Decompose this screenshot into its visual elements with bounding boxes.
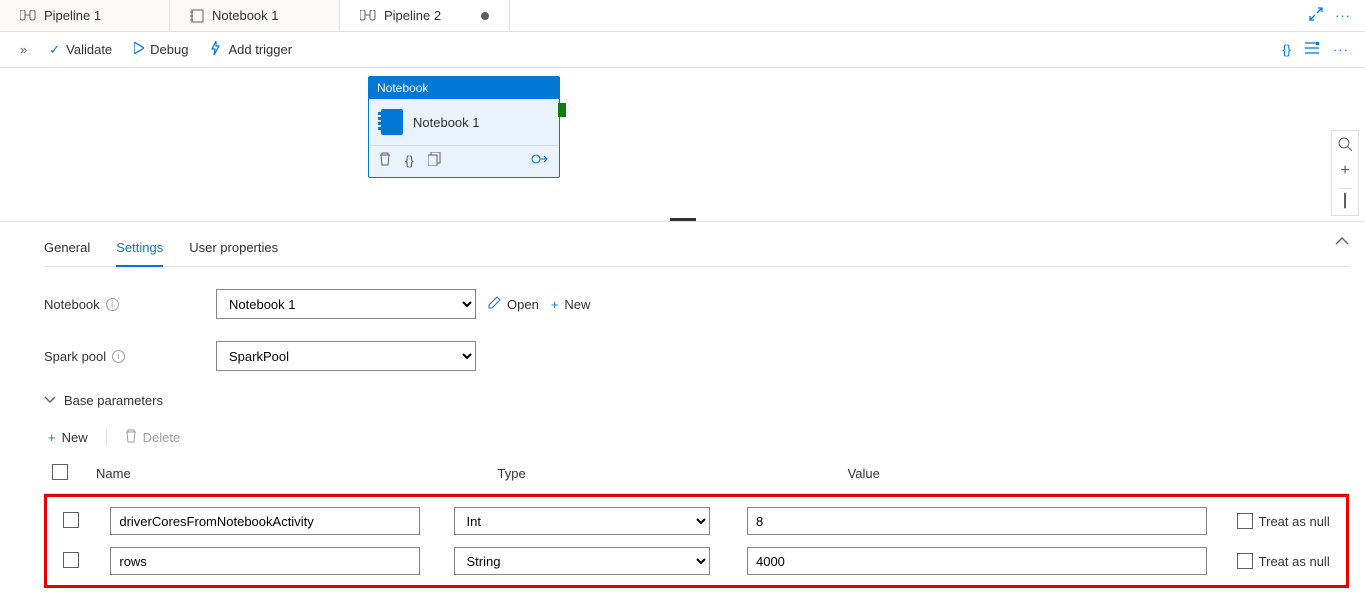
notebook-select[interactable]: Notebook 1 — [216, 289, 476, 319]
plus-icon: + — [48, 430, 56, 445]
tab-settings[interactable]: Settings — [116, 232, 163, 267]
unsaved-indicator-icon — [481, 12, 489, 20]
info-icon[interactable]: i — [112, 350, 125, 363]
sparkpool-label: Spark pool — [44, 349, 106, 364]
delete-param-button[interactable]: Delete — [125, 429, 181, 446]
panel-tabs: General Settings User properties — [44, 232, 1349, 267]
col-name: Name — [88, 454, 490, 494]
more-icon[interactable]: ··· — [1333, 42, 1349, 57]
param-type-select[interactable]: Int — [454, 507, 710, 535]
tab-notebook-1[interactable]: Notebook 1 — [170, 0, 340, 31]
tab-label: Pipeline 2 — [384, 8, 441, 23]
open-button[interactable]: Open — [488, 296, 539, 312]
new-button[interactable]: +New — [551, 297, 591, 312]
list-icon[interactable] — [1305, 42, 1319, 57]
pipeline-canvas[interactable]: Notebook Notebook 1 {} + ┃ — [0, 68, 1365, 222]
copy-icon[interactable] — [428, 152, 441, 169]
activity-type-label: Notebook — [369, 77, 559, 99]
trigger-icon — [210, 41, 222, 58]
panel-collapse-icon[interactable] — [1335, 234, 1349, 249]
sparkpool-select[interactable]: SparkPool — [216, 341, 476, 371]
more-icon[interactable]: ··· — [1335, 8, 1351, 23]
tab-label: Pipeline 1 — [44, 8, 101, 23]
canvas-tools: + ┃ — [1331, 130, 1359, 216]
param-value-input[interactable] — [747, 547, 1207, 575]
output-connector-icon[interactable] — [531, 153, 549, 168]
new-param-button[interactable]: +New — [48, 430, 88, 445]
base-params-label: Base parameters — [64, 393, 163, 408]
chevron-down-icon — [44, 393, 56, 408]
add-trigger-label: Add trigger — [228, 42, 292, 57]
add-trigger-button[interactable]: Add trigger — [202, 37, 300, 62]
success-output-icon[interactable] — [558, 103, 566, 117]
pipeline-toolbar: » ✓ Validate Debug Add trigger {} ··· — [0, 32, 1365, 68]
col-type: Type — [490, 454, 840, 494]
more-vertical-icon[interactable]: ┃ — [1338, 188, 1352, 209]
tab-pipeline-2[interactable]: Pipeline 2 — [340, 0, 510, 31]
add-icon[interactable]: + — [1338, 162, 1352, 180]
row-checkbox[interactable] — [63, 512, 79, 528]
check-icon: ✓ — [49, 42, 60, 58]
validate-button[interactable]: ✓ Validate — [41, 38, 120, 62]
collapse-side-icon[interactable]: » — [12, 42, 35, 57]
notebook-activity[interactable]: Notebook Notebook 1 {} — [368, 76, 560, 178]
param-name-input[interactable] — [110, 507, 420, 535]
null-checkbox[interactable] — [1237, 553, 1253, 569]
code-icon[interactable]: {} — [405, 153, 414, 168]
delete-icon — [125, 429, 137, 446]
treat-as-null[interactable]: Treat as null — [1237, 553, 1336, 569]
treat-as-null[interactable]: Treat as null — [1237, 513, 1336, 529]
divider — [106, 428, 107, 446]
highlight-box: Int Treat as null String Treat as null — [44, 494, 1349, 588]
param-name-input[interactable] — [110, 547, 420, 575]
properties-panel: General Settings User properties Noteboo… — [0, 222, 1365, 604]
row-checkbox[interactable] — [63, 552, 79, 568]
notebook-label: Notebook — [44, 297, 100, 312]
table-row: Int Treat as null — [49, 501, 1344, 541]
debug-label: Debug — [150, 42, 188, 57]
tab-pipeline-1[interactable]: Pipeline 1 — [0, 0, 170, 31]
edit-icon — [488, 296, 501, 312]
param-type-select[interactable]: String — [454, 547, 710, 575]
params-table: Name Type Value Int Treat as null — [44, 454, 1349, 588]
code-icon[interactable]: {} — [1282, 42, 1291, 57]
info-icon[interactable]: i — [106, 298, 119, 311]
pipeline-icon — [20, 10, 36, 22]
tab-bar: Pipeline 1 Notebook 1 Pipeline 2 ··· — [0, 0, 1365, 32]
tab-user-properties[interactable]: User properties — [189, 232, 278, 266]
plus-icon: + — [551, 297, 559, 312]
col-value: Value — [840, 454, 1223, 494]
tab-general[interactable]: General — [44, 232, 90, 266]
play-icon — [134, 42, 144, 57]
activity-name: Notebook 1 — [413, 115, 480, 130]
select-all-checkbox[interactable] — [52, 464, 68, 480]
delete-icon[interactable] — [379, 152, 391, 169]
notebook-icon — [381, 109, 403, 135]
pipeline-icon — [360, 10, 376, 22]
param-value-input[interactable] — [747, 507, 1207, 535]
validate-label: Validate — [66, 42, 112, 57]
base-parameters-section[interactable]: Base parameters — [44, 393, 1349, 408]
expand-icon[interactable] — [1309, 7, 1323, 24]
tab-label: Notebook 1 — [212, 8, 279, 23]
table-row: String Treat as null — [49, 541, 1344, 581]
null-checkbox[interactable] — [1237, 513, 1253, 529]
notebook-icon — [190, 9, 204, 23]
debug-button[interactable]: Debug — [126, 38, 196, 61]
search-icon[interactable] — [1338, 137, 1352, 154]
